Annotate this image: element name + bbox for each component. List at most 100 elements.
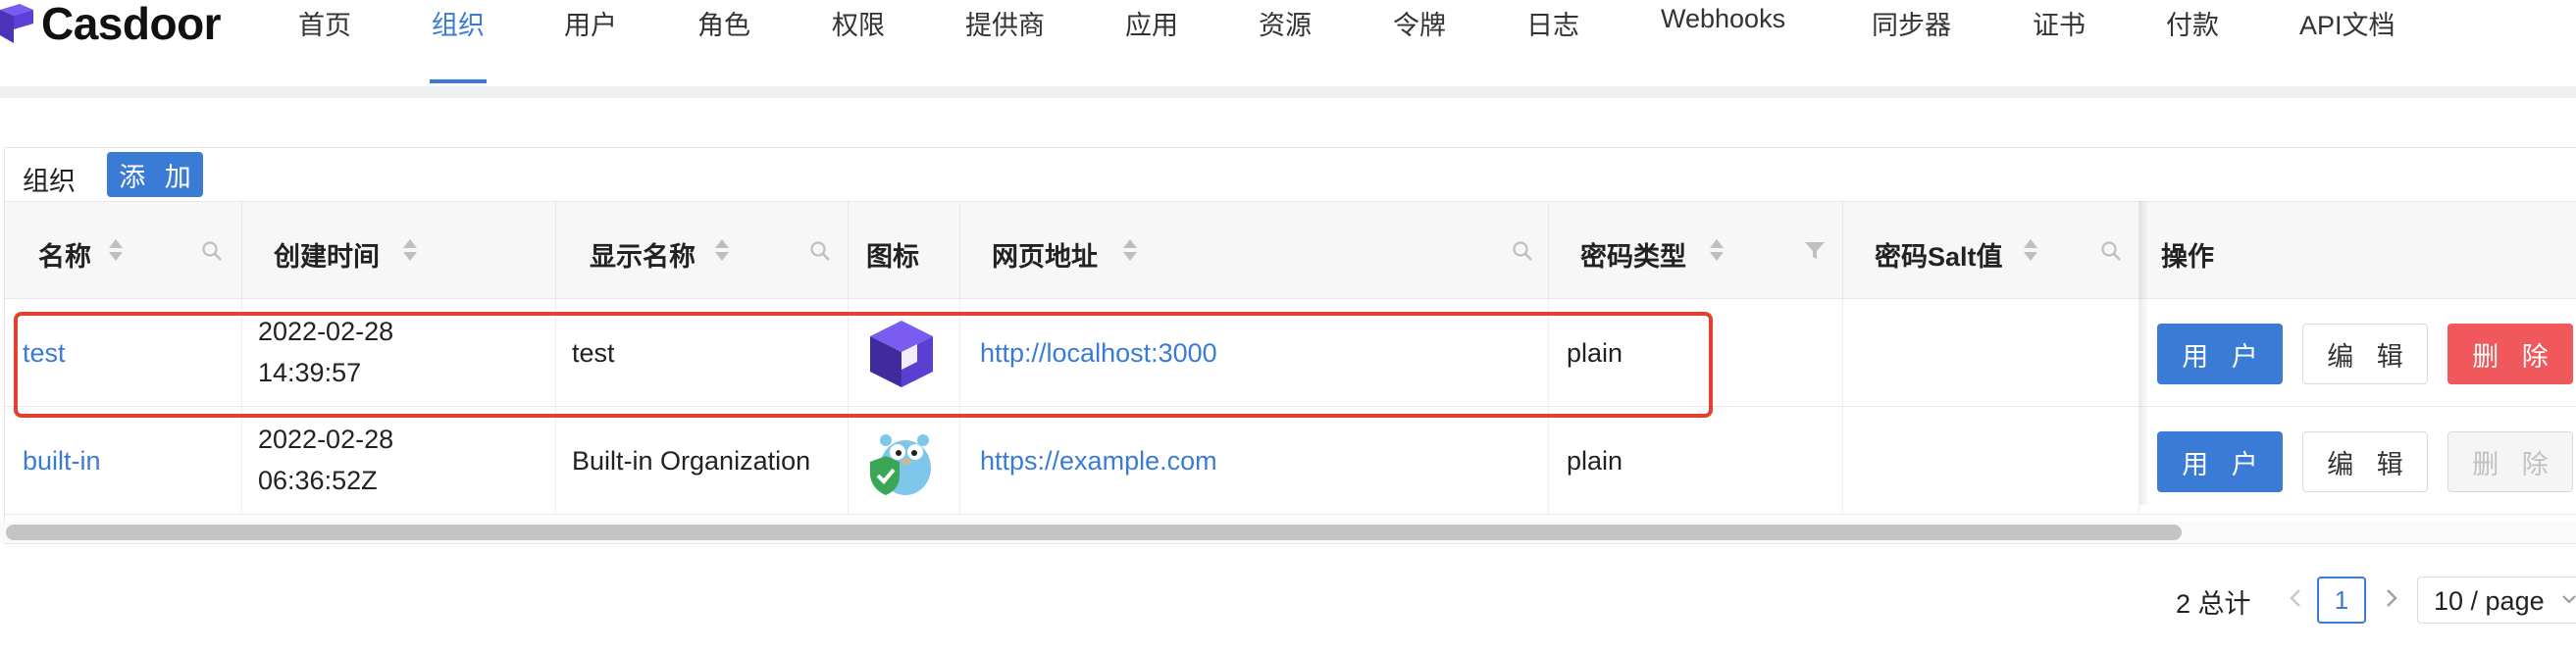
password-type: plain [1567, 338, 1623, 368]
created-date: 2022-02-28 [258, 425, 394, 454]
page-size-select[interactable]: 10 / page [2417, 577, 2576, 624]
cell-created-time: 2022-02-28 06:36:52Z [242, 407, 556, 515]
column-label: 网页地址 [992, 242, 1098, 272]
sort-icon[interactable] [109, 239, 123, 263]
created-date: 2022-02-28 [258, 317, 394, 346]
cell-website: http://localhost:3000 [960, 299, 1549, 407]
fixed-column-shadow [2139, 201, 2149, 505]
organizations-card: 组织 添 加 名称 创建时间 显示名称 图标 网页地址 密码类型 密码Salt值… [4, 147, 2576, 544]
cell-display-name: test [556, 299, 849, 407]
nav-item-home[interactable]: 首页 [298, 4, 351, 42]
delete-button-disabled: 删 除 [2447, 431, 2573, 492]
card-title-row: 组织 添 加 [5, 148, 2576, 201]
previous-page-icon[interactable] [2286, 584, 2305, 612]
nav-item-applications[interactable]: 应用 [1125, 4, 1178, 42]
column-header-website[interactable]: 网页地址 [960, 202, 1549, 300]
add-organization-button[interactable]: 添 加 [107, 152, 203, 197]
nav-item-records[interactable]: 日志 [1526, 4, 1579, 42]
total-count: 2 总计 [2176, 589, 2251, 619]
column-header-password-salt[interactable]: 密码Salt值 [1843, 202, 2139, 300]
organization-name-link[interactable]: built-in [23, 440, 101, 481]
next-page-icon[interactable] [2382, 584, 2401, 612]
nav-item-organizations[interactable]: 组织 [432, 4, 485, 42]
nav-item-roles[interactable]: 角色 [697, 4, 750, 42]
column-header-created-time[interactable]: 创建时间 [242, 202, 556, 300]
casdoor-logo-icon [0, 4, 33, 43]
sort-icon[interactable] [1123, 239, 1137, 263]
password-type: plain [1567, 446, 1623, 476]
top-navigation-bar: Casdoor 首页 组织 用户 角色 权限 提供商 应用 资源 令牌 日志 W… [0, 0, 2576, 86]
page-size-label: 10 / page [2434, 586, 2545, 616]
edit-button[interactable]: 编 辑 [2302, 324, 2428, 384]
organization-name-link[interactable]: test [23, 332, 66, 374]
nav-item-resources[interactable]: 资源 [1259, 4, 1312, 42]
cell-created-time: 2022-02-28 14:39:57 [242, 299, 556, 407]
page-number-current[interactable]: 1 [2317, 577, 2366, 624]
sort-icon[interactable] [403, 239, 417, 263]
delete-button[interactable]: 删 除 [2447, 324, 2573, 384]
column-label: 密码Salt值 [1875, 242, 2003, 272]
website-link[interactable]: http://localhost:3000 [980, 332, 1217, 374]
cell-website: https://example.com [960, 407, 1549, 515]
cell-password-type: plain [1549, 299, 1843, 407]
sort-icon[interactable] [715, 239, 729, 263]
card-title: 组织 [23, 167, 76, 196]
active-tab-indicator [430, 79, 487, 83]
nav-item-permissions[interactable]: 权限 [832, 4, 885, 42]
column-header-password-type[interactable]: 密码类型 [1549, 202, 1843, 300]
header-divider [0, 86, 2576, 98]
cell-actions: 用 户 编 辑 删 除 [2139, 407, 2576, 515]
logo-text: Casdoor [41, 0, 222, 49]
table-row: built-in 2022-02-28 06:36:52Z Built-in O… [5, 407, 2576, 515]
casdoor-logo[interactable]: Casdoor [0, 0, 222, 53]
gopher-shield-icon [870, 434, 931, 495]
nav-item-webhooks[interactable]: Webhooks [1661, 4, 1785, 34]
cell-display-name: Built-in Organization [556, 407, 849, 515]
column-header-actions: 操作 [2139, 202, 2576, 300]
column-label: 显示名称 [590, 242, 696, 272]
cell-icon [849, 407, 960, 515]
created-time: 06:36:52Z [258, 466, 378, 495]
table-row: test 2022-02-28 14:39:57 test http://loc… [5, 299, 2576, 407]
cell-actions: 用 户 编 辑 删 除 [2139, 299, 2576, 407]
search-icon[interactable] [809, 240, 831, 262]
nav-item-api-docs[interactable]: API文档 [2299, 4, 2396, 42]
nav-item-providers[interactable]: 提供商 [965, 4, 1045, 42]
cell-icon [849, 299, 960, 407]
sort-icon[interactable] [2024, 239, 2037, 263]
created-time: 14:39:57 [258, 358, 362, 387]
column-label: 图标 [866, 242, 919, 272]
website-link[interactable]: https://example.com [980, 440, 1217, 481]
column-label: 创建时间 [274, 242, 380, 272]
cell-password-type: plain [1549, 407, 1843, 515]
column-label: 密码类型 [1580, 242, 1686, 272]
cell-name: built-in [5, 407, 242, 515]
column-header-display-name[interactable]: 显示名称 [556, 202, 849, 300]
search-icon[interactable] [1512, 240, 1533, 262]
search-icon[interactable] [2100, 240, 2122, 262]
users-button[interactable]: 用 户 [2157, 431, 2283, 492]
chevron-down-icon [2562, 595, 2576, 604]
search-icon[interactable] [201, 240, 223, 262]
nav-item-payments[interactable]: 付款 [2166, 4, 2219, 42]
cell-password-salt [1843, 299, 2139, 407]
users-button[interactable]: 用 户 [2157, 324, 2283, 384]
column-header-icon: 图标 [849, 202, 960, 300]
display-name: test [572, 338, 615, 368]
filter-icon[interactable] [1804, 240, 1826, 262]
cube-logo-icon [870, 321, 933, 387]
nav-item-tokens[interactable]: 令牌 [1393, 4, 1446, 42]
nav-item-syncers[interactable]: 同步器 [1872, 4, 1951, 42]
horizontal-scrollbar-thumb[interactable] [6, 525, 2182, 540]
display-name: Built-in Organization [572, 446, 811, 476]
edit-button[interactable]: 编 辑 [2302, 431, 2428, 492]
table-header: 名称 创建时间 显示名称 图标 网页地址 密码类型 密码Salt值 操作 [5, 201, 2576, 300]
column-label: 操作 [2161, 242, 2214, 272]
column-label: 名称 [38, 242, 91, 272]
column-header-name[interactable]: 名称 [5, 202, 242, 300]
cell-password-salt [1843, 407, 2139, 515]
cell-name: test [5, 299, 242, 407]
sort-icon[interactable] [1710, 239, 1724, 263]
nav-item-users[interactable]: 用户 [564, 4, 617, 42]
nav-item-certs[interactable]: 证书 [2033, 4, 2086, 42]
